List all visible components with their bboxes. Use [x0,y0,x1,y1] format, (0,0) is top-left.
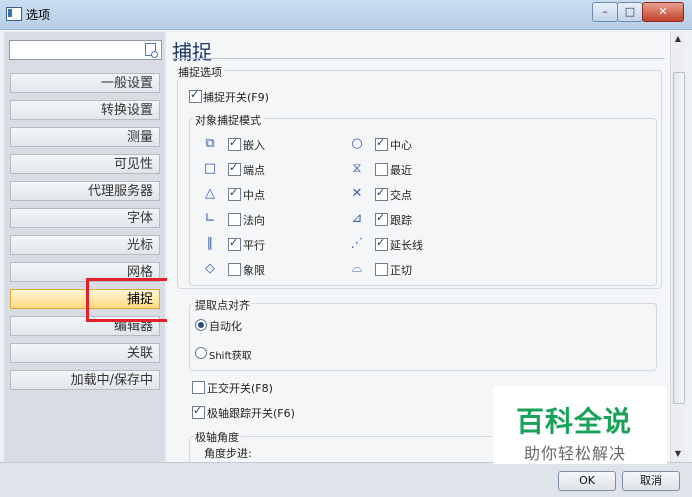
page-title: 捕捉 [172,40,212,64]
parallel-checkbox[interactable] [228,236,241,251]
tracking-icon: ⊿ [351,211,363,226]
ok-button[interactable]: OK [558,471,616,491]
angle-step-label: 角度步进: [204,447,252,460]
midpoint-icon: △ [205,186,215,201]
pick-align-label: 提取点对齐 [193,297,252,313]
watermark-subtitle: 助你轻松解决 [524,444,627,463]
intersection-label: 交点 [390,189,412,202]
endpoint-label: 端点 [243,164,265,177]
sidebar-item-font[interactable]: 字体 [10,208,160,228]
sidebar-item-general[interactable]: 一般设置 [10,73,160,93]
midpoint-label: 中点 [243,189,265,202]
auto-radio-label: 自动化 [209,320,242,333]
perpendicular-label: 法向 [243,214,265,227]
sidebar-item-conversion[interactable]: 转换设置 [10,100,160,120]
center-icon: ○ [351,136,363,151]
minimize-button[interactable]: – [592,2,618,22]
object-snap-label: 对象捕捉模式 [193,112,263,128]
maximize-button[interactable]: □ [617,2,643,22]
scroll-up-arrow-icon[interactable]: ▲ [673,34,683,44]
sidebar-item-proxy[interactable]: 代理服务器 [10,181,160,201]
embed-checkbox[interactable] [228,136,241,151]
nearest-checkbox[interactable] [375,163,388,176]
scroll-down-arrow-icon[interactable]: ▼ [673,449,683,459]
shift-radio[interactable] [195,347,207,359]
nearest-label: 最近 [390,164,412,177]
tangent-icon: ⌓ [351,261,363,276]
pick-align-group [189,303,657,371]
tangent-checkbox[interactable] [375,263,388,276]
extension-checkbox[interactable] [375,236,388,251]
extension-label: 延长线 [390,239,423,252]
perpendicular-checkbox[interactable] [228,213,241,226]
embed-label: 嵌入 [243,139,265,152]
center-label: 中心 [390,139,412,152]
snap-toggle-label: 捕捉开关(F9) [203,91,269,104]
watermark: 百科全说 助你轻松解决 [493,386,667,464]
perpendicular-icon: ∟ [204,211,216,226]
tracking-checkbox[interactable] [375,211,388,226]
snap-options-label: 捕捉选项 [176,64,224,80]
tracking-label: 跟踪 [390,214,412,227]
shift-radio-label: Shift获取 [209,351,252,362]
title-divider [172,58,665,59]
sidebar-item-measure[interactable]: 测量 [10,127,160,147]
options-window: 选项 – □ ✕ 一般设置 转换设置 测量 可见性 代理服务器 字体 光标 网格… [0,0,692,497]
sidebar-item-load-save[interactable]: 加载中/保存中 [10,370,160,390]
highlight-annotation [86,278,176,322]
scroll-thumb[interactable] [673,72,685,404]
snap-toggle-checkbox[interactable] [189,88,202,103]
intersection-icon: ✕ [351,186,363,201]
midpoint-checkbox[interactable] [228,186,241,201]
search-input[interactable] [9,40,162,60]
close-button[interactable]: ✕ [642,2,684,22]
watermark-title: 百科全说 [516,405,633,438]
quadrant-label: 象限 [243,264,265,277]
nearest-icon: ⧖ [352,161,362,176]
sidebar-item-association[interactable]: 关联 [10,343,160,363]
quadrant-icon: ◇ [205,261,215,276]
endpoint-checkbox[interactable] [228,161,241,176]
title-bar: 选项 – □ ✕ [0,0,692,30]
tangent-label: 正切 [390,264,412,277]
polar-label: 极轴跟踪开关(F6) [207,407,295,420]
endpoint-icon: □ [203,161,217,176]
cancel-button[interactable]: 取消 [622,471,680,491]
vertical-scrollbar[interactable]: ▲ ▼ [670,32,685,462]
polar-angle-label: 极轴角度 [193,429,241,445]
embed-icon: ⧉ [205,136,215,151]
center-checkbox[interactable] [375,136,388,151]
window-icon [6,7,22,21]
intersection-checkbox[interactable] [375,186,388,201]
auto-radio[interactable] [195,319,207,331]
parallel-icon: ∥ [206,236,214,251]
parallel-label: 平行 [243,239,265,252]
window-title: 选项 [26,8,51,22]
search-icon[interactable] [145,43,158,58]
ortho-label: 正交开关(F8) [207,382,273,395]
polar-checkbox[interactable] [192,404,205,419]
ortho-checkbox[interactable] [192,381,205,394]
sidebar-item-cursor[interactable]: 光标 [10,235,160,255]
extension-icon: ⋰ [350,236,364,251]
quadrant-checkbox[interactable] [228,263,241,276]
sidebar-item-visibility[interactable]: 可见性 [10,154,160,174]
